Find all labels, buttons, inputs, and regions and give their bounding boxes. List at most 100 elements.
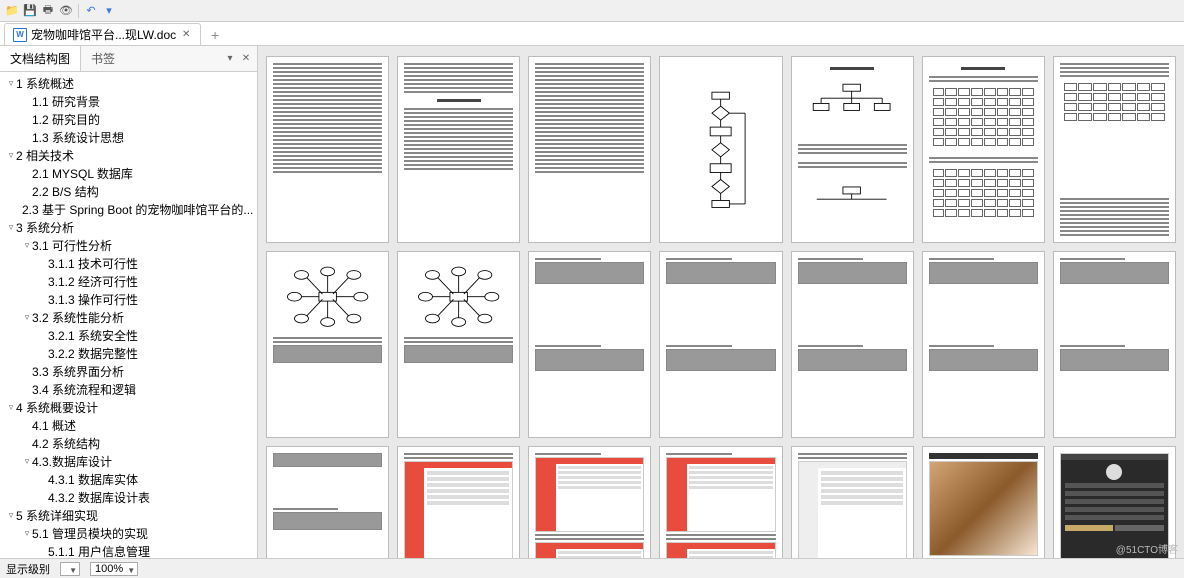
outline-tree[interactable]: ▿1 系统概述1.1 研究背景1.2 研究目的1.3 系统设计思想▿2 相关技术…	[0, 72, 257, 558]
page-grid	[266, 56, 1176, 558]
sidebar-tabs: 文档结构图 书签 ▾ ✕	[0, 46, 257, 72]
document-tab[interactable]: W 宠物咖啡馆平台...现LW.doc ✕	[4, 23, 201, 45]
outline-label: 1.3 系统设计思想	[32, 129, 124, 146]
outline-label: 4.3.2 数据库设计表	[48, 489, 150, 506]
undo-icon[interactable]: ↶	[83, 3, 99, 19]
outline-item[interactable]: 3.4 系统流程和逻辑	[0, 380, 257, 398]
sidebar-menu-icon[interactable]: ▾	[223, 52, 237, 66]
main-split: 文档结构图 书签 ▾ ✕ ▿1 系统概述1.1 研究背景1.2 研究目的1.3 …	[0, 46, 1184, 558]
disclosure-icon[interactable]: ▿	[22, 240, 32, 251]
outline-item[interactable]: 1.3 系统设计思想	[0, 128, 257, 146]
outline-item[interactable]: 4.2 系统结构	[0, 434, 257, 452]
disclosure-icon[interactable]: ▿	[6, 510, 16, 521]
outline-label: 2.2 B/S 结构	[32, 183, 99, 200]
outline-item[interactable]: 4.3.2 数据库设计表	[0, 488, 257, 506]
page-thumbnail[interactable]	[1053, 251, 1176, 438]
page-thumbnail[interactable]	[659, 56, 782, 243]
tab-document-outline[interactable]: 文档结构图	[0, 46, 81, 71]
outline-item[interactable]: ▿4 系统概要设计	[0, 398, 257, 416]
outline-label: 1.1 研究背景	[32, 93, 100, 110]
page-thumbnail[interactable]	[659, 251, 782, 438]
page-thumbnail[interactable]	[791, 446, 914, 558]
outline-label: 5.1 管理员模块的实现	[32, 525, 148, 542]
page-thumbnail[interactable]	[791, 56, 914, 243]
outline-item[interactable]: 3.1.2 经济可行性	[0, 272, 257, 290]
toolbar-separator	[78, 4, 79, 18]
outline-label: 3.3 系统界面分析	[32, 363, 124, 380]
page-thumbnail[interactable]	[397, 446, 520, 558]
outline-label: 3.2.2 数据完整性	[48, 345, 138, 362]
outline-label: 3.1 可行性分析	[32, 237, 112, 254]
sidebar-close-icon[interactable]: ✕	[239, 52, 253, 66]
outline-label: 3.1.1 技术可行性	[48, 255, 138, 272]
disclosure-icon[interactable]: ▿	[22, 312, 32, 323]
doc-icon: W	[13, 28, 27, 42]
outline-item[interactable]: ▿2 相关技术	[0, 146, 257, 164]
page-preview-area[interactable]	[258, 46, 1184, 558]
zoom-select[interactable]: 100% ▼	[90, 563, 138, 575]
page-thumbnail[interactable]	[528, 56, 651, 243]
outline-item[interactable]: ▿3 系统分析	[0, 218, 257, 236]
outline-item[interactable]: ▿1 系统概述	[0, 74, 257, 92]
status-bar: 显示级别 ▼ 100% ▼	[0, 558, 1184, 578]
outline-item[interactable]: ▿5 系统详细实现	[0, 506, 257, 524]
close-icon[interactable]: ✕	[180, 29, 192, 41]
add-tab-button[interactable]: +	[205, 25, 225, 45]
page-thumbnail[interactable]	[922, 446, 1045, 558]
outline-item[interactable]: ▿4.3.数据库设计	[0, 452, 257, 470]
outline-label: 3.1.2 经济可行性	[48, 273, 138, 290]
outline-item[interactable]: ▿3.1 可行性分析	[0, 236, 257, 254]
save-icon[interactable]: 💾	[22, 3, 38, 19]
disclosure-icon[interactable]: ▿	[6, 402, 16, 413]
disclosure-icon[interactable]: ▿	[22, 528, 32, 539]
page-thumbnail[interactable]	[528, 251, 651, 438]
outline-item[interactable]: 5.1.1 用户信息管理	[0, 542, 257, 558]
print-icon[interactable]: 🖶	[40, 3, 56, 19]
outline-label: 4.3.1 数据库实体	[48, 471, 138, 488]
outline-item[interactable]: 2.3 基于 Spring Boot 的宠物咖啡馆平台的...	[0, 200, 257, 218]
outline-item[interactable]: ▿3.2 系统性能分析	[0, 308, 257, 326]
redo-icon[interactable]: ▾	[101, 3, 117, 19]
outline-item[interactable]: 2.2 B/S 结构	[0, 182, 257, 200]
outline-item[interactable]: 3.1.3 操作可行性	[0, 290, 257, 308]
disclosure-icon[interactable]: ▿	[6, 78, 16, 89]
outline-item[interactable]: 1.1 研究背景	[0, 92, 257, 110]
disclosure-icon[interactable]: ▿	[22, 456, 32, 467]
outline-item[interactable]: 3.1.1 技术可行性	[0, 254, 257, 272]
outline-item[interactable]: 4.3.1 数据库实体	[0, 470, 257, 488]
page-thumbnail[interactable]	[922, 251, 1045, 438]
outline-item[interactable]: 3.2.2 数据完整性	[0, 344, 257, 362]
sidebar-options: ▾ ✕	[223, 46, 257, 71]
page-thumbnail[interactable]	[659, 446, 782, 558]
document-tabbar: W 宠物咖啡馆平台...现LW.doc ✕ +	[0, 22, 1184, 46]
disclosure-icon[interactable]: ▿	[6, 150, 16, 161]
page-thumbnail[interactable]	[397, 251, 520, 438]
outline-item[interactable]: 1.2 研究目的	[0, 110, 257, 128]
tab-bookmarks[interactable]: 书签	[81, 46, 125, 71]
outline-item[interactable]: 4.1 概述	[0, 416, 257, 434]
print-preview-icon[interactable]: 👁	[58, 3, 74, 19]
outline-label: 1.2 研究目的	[32, 111, 100, 128]
disclosure-icon[interactable]: ▿	[6, 222, 16, 233]
outline-label: 2 相关技术	[16, 147, 74, 164]
outline-label: 4 系统概要设计	[16, 399, 98, 416]
page-thumbnail[interactable]	[1053, 56, 1176, 243]
page-thumbnail[interactable]	[266, 56, 389, 243]
outline-item[interactable]: ▿5.1 管理员模块的实现	[0, 524, 257, 542]
outline-label: 2.3 基于 Spring Boot 的宠物咖啡馆平台的...	[22, 201, 253, 218]
page-thumbnail[interactable]	[528, 446, 651, 558]
main-toolbar: 📁 💾 🖶 👁 ↶ ▾	[0, 0, 1184, 22]
outline-item[interactable]: 2.1 MYSQL 数据库	[0, 164, 257, 182]
outline-label: 4.3.数据库设计	[32, 453, 112, 470]
display-level-select[interactable]: ▼	[60, 563, 80, 575]
page-thumbnail[interactable]	[791, 251, 914, 438]
page-thumbnail[interactable]	[397, 56, 520, 243]
outline-item[interactable]: 3.3 系统界面分析	[0, 362, 257, 380]
outline-item[interactable]: 3.2.1 系统安全性	[0, 326, 257, 344]
outline-label: 4.1 概述	[32, 417, 76, 434]
open-icon[interactable]: 📁	[4, 3, 20, 19]
page-thumbnail[interactable]	[266, 251, 389, 438]
page-thumbnail[interactable]	[266, 446, 389, 558]
outline-label: 3.2.1 系统安全性	[48, 327, 138, 344]
page-thumbnail[interactable]	[922, 56, 1045, 243]
